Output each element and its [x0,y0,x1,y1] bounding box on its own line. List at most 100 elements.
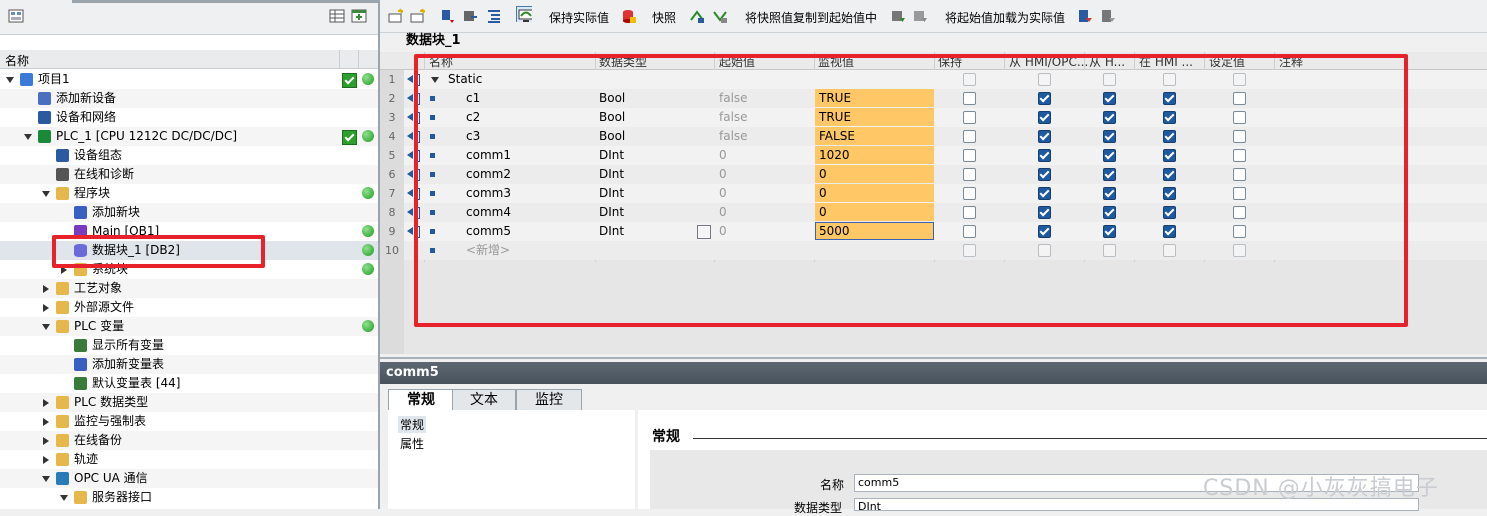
row-number: 8 [380,203,404,222]
tree-item-label: 设备和网络 [56,110,117,124]
snapshot-db-icon[interactable] [621,8,637,24]
row-number: 2 [380,89,404,108]
project-view-icon[interactable] [8,8,24,24]
collapse-arrow-icon[interactable] [60,495,68,501]
tree-item[interactable]: 在线和诊断 [0,165,378,184]
expand-arrow-icon[interactable] [43,304,49,312]
tree-item[interactable]: 轨迹 [0,450,378,469]
tree-item[interactable]: OPC UA 通信 [0,469,378,488]
tree-item[interactable]: 添加新变量表 [0,355,378,374]
expand-arrow-icon[interactable] [43,285,49,293]
online-status-icon [362,187,374,199]
expand-all-icon[interactable] [440,8,456,24]
tree-item-label: OPC UA 通信 [74,471,148,485]
online-status-icon [362,225,374,237]
properties-title: comm5 [386,365,439,380]
folder-icon [56,453,69,466]
row-number: 10 [380,241,404,260]
nav-item-general[interactable]: 常规 [398,416,427,433]
new-window-icon[interactable] [351,8,367,24]
list-view-icon[interactable] [486,8,502,24]
tree-item[interactable]: 监控与强制表 [0,412,378,431]
online-status-icon [362,320,374,332]
add-block-icon [74,206,87,219]
opcua-icon [56,472,69,485]
header-divider [339,50,340,68]
folder-icon [74,491,87,504]
collapse-arrow-icon[interactable] [6,77,14,83]
tree-item[interactable]: 设备和网络 [0,108,378,127]
network-icon [38,111,51,124]
db-load-alt-icon[interactable] [1100,8,1116,24]
tree-item[interactable]: 程序块 [0,184,378,203]
db-load-icon[interactable] [1077,8,1093,24]
consistent-check-icon [342,73,357,88]
add-device-icon [38,92,51,105]
tree-item[interactable]: PLC 变量 [0,317,378,336]
insert-row-icon[interactable] [388,8,404,24]
section-title: 常规 [652,429,680,445]
tree-item[interactable]: 在线备份 [0,431,378,450]
tree-item[interactable]: 工艺对象 [0,279,378,298]
expand-arrow-icon[interactable] [43,456,49,464]
section-divider [693,438,1487,439]
watermark: CSDN @小灰灰搞电子 [1203,476,1439,501]
collapse-arrow-icon[interactable] [24,134,32,140]
tree-item[interactable]: 项目1 [0,70,378,89]
tree-item-label: 设备组态 [74,148,123,162]
tree-item[interactable]: PLC_1 [CPU 1212C DC/DC/DC] [0,127,378,146]
consistent-check-icon [342,130,357,145]
row-number: 5 [380,146,404,165]
highlight-box-table [414,54,1408,327]
tree-item[interactable]: 添加新设备 [0,89,378,108]
copy-snapshot-icon[interactable] [689,8,705,24]
tree-item[interactable]: 显示所有变量 [0,336,378,355]
load-start-as-actual-button[interactable]: 将起始值加载为实际值 [945,9,1065,26]
tab-text[interactable]: 文本 [452,389,516,412]
tree-item[interactable]: 默认变量表 [44] [0,374,378,393]
tree-item[interactable]: 服务器接口 [0,488,378,507]
interface-icon [407,208,413,216]
copy-snapshot-to-start-button[interactable]: 将快照值复制到起始值中 [745,9,877,26]
nav-item-properties[interactable]: 属性 [400,435,424,452]
load-start-alt-icon[interactable] [912,8,928,24]
expand-arrow-icon[interactable] [43,399,49,407]
snapshot-button[interactable]: 快照 [652,9,676,26]
online-status-icon [362,244,374,256]
project-tree-toolbar [0,0,378,35]
expand-arrow-icon[interactable] [43,418,49,426]
tree-item-label: 工艺对象 [74,281,123,295]
tree-item[interactable]: 设备组态 [0,146,378,165]
tree-item-label: 服务器接口 [92,490,153,504]
folder-icon [56,187,69,200]
monitor-all-icon[interactable] [516,6,532,22]
collapse-arrow-icon[interactable] [42,476,50,482]
properties-nav: 常规 属性 [388,410,635,509]
add-row-icon[interactable] [410,8,426,24]
collapse-icon[interactable] [462,8,478,24]
tree-item[interactable]: 添加新块 [0,203,378,222]
row-number: 1 [380,70,404,89]
block-title: 数据块_1 [406,33,461,48]
tab-monitor[interactable]: 监控 [516,389,582,412]
tab-general[interactable]: 常规 [388,389,454,411]
folder-icon [56,282,69,295]
copy-snapshot-start-icon[interactable] [712,8,728,24]
tree-item[interactable]: 外部源文件 [0,298,378,317]
interface-icon [407,151,413,159]
tag-table-icon [74,377,87,390]
collapse-arrow-icon[interactable] [42,324,50,330]
collapse-arrow-icon[interactable] [42,191,50,197]
table-view-icon[interactable] [329,8,345,24]
keep-actual-values-button[interactable]: 保持实际值 [549,9,609,26]
tree-item[interactable]: PLC 数据类型 [0,393,378,412]
interface-icon [407,94,413,102]
tree-item-label: 显示所有变量 [92,338,165,352]
folder-icon [56,301,69,314]
tree-item-label: 轨迹 [74,452,99,466]
tree-item-label: PLC 变量 [74,319,125,333]
folder-icon [56,396,69,409]
load-start-icon[interactable] [890,8,906,24]
expand-arrow-icon[interactable] [43,437,49,445]
online-status-icon [362,130,374,142]
